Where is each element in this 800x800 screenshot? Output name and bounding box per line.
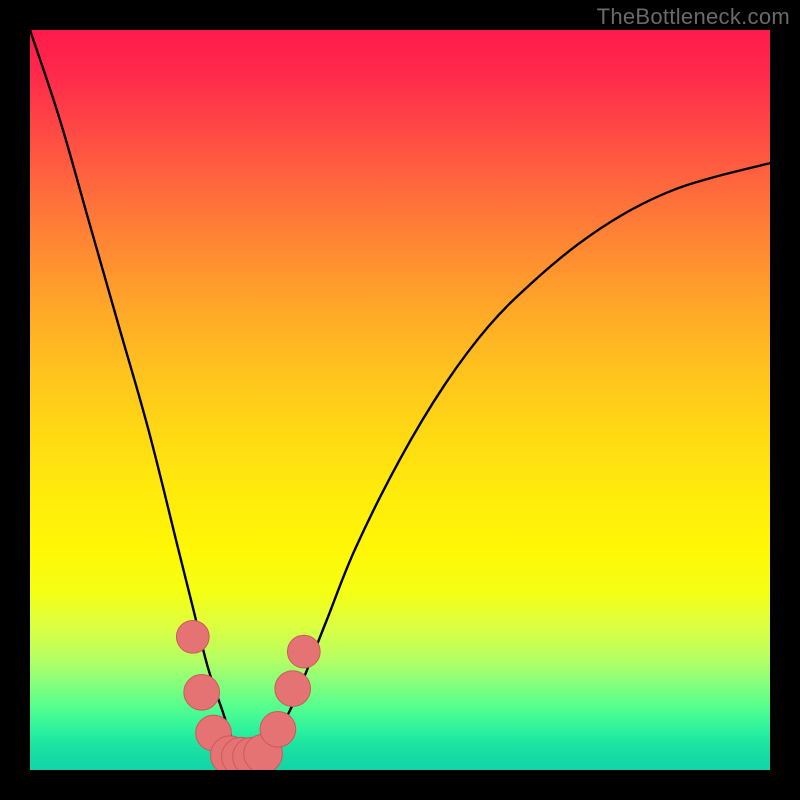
curve-marker [287,635,320,668]
curve-marker [176,620,209,653]
curve-marker [275,671,311,707]
curve-marker [184,674,220,710]
curve-marker [260,711,296,747]
chart-frame: TheBottleneck.com [0,0,800,800]
curve-svg [30,30,770,770]
plot-area [30,30,770,770]
curve-markers [176,620,320,770]
watermark: TheBottleneck.com [597,4,790,30]
bottleneck-curve [30,30,770,756]
